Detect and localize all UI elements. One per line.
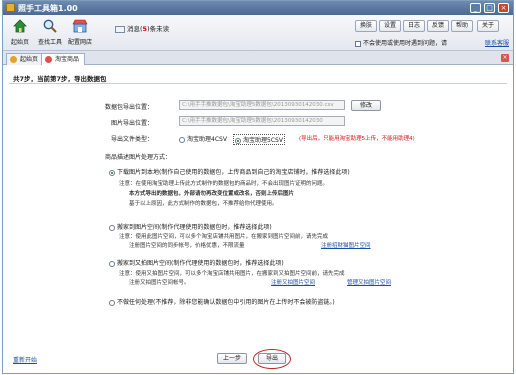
log-button[interactable]: 日志 (403, 20, 425, 32)
image-section-label: 商品描述图片处理方式： (105, 154, 172, 161)
option-download-note-2: 基于以上原因，此方式制作的数据包，不推荐给你代理使用。 (129, 201, 278, 207)
divider (9, 83, 507, 84)
restart-link[interactable]: 重新开始 (13, 355, 37, 364)
option-download-local[interactable]: 下载图片到本地(制作自己使用的数据包，上传商品到自己的淘宝店铺时，推荐选择此项) (109, 167, 350, 176)
close-tab-icon[interactable]: × (501, 54, 509, 62)
package-location-label: 数据包导出位置： (105, 104, 154, 111)
shop-settings-icon (72, 19, 88, 33)
app-window: 照手工具箱1.00 _ □ × 起始页 查找工具 配置网店 消息(5)条未读 换… (2, 0, 514, 374)
home-tool-label: 起始页 (10, 39, 29, 46)
tab-taobao-label: 淘宝商品 (55, 56, 80, 63)
filetype-4csv-label: 淘宝助理4CSV (187, 136, 227, 143)
close-button[interactable]: × (498, 3, 509, 13)
home-tab-icon (10, 56, 17, 63)
option-image-space[interactable]: 搬家到图片空间(制作代理使用的数据包时，推荐选择此项) (109, 222, 272, 231)
package-path-field[interactable]: C:\用手手推数据包\淘宝助理5数据包\20130930142030.csv (179, 100, 345, 110)
about-button[interactable]: 关于 (477, 20, 499, 32)
option-upyun-note-1: 注意：使用又拍图片空间，可以多个淘宝店铺共用图片，在搬家到又拍图片空间前，请先完… (119, 271, 345, 277)
message-suffix: )条未读 (147, 25, 170, 33)
skin-button[interactable]: 换肤 (355, 20, 377, 32)
register-upyun-link[interactable]: 注册又拍图片空间 (271, 278, 315, 286)
help-hint-text: 不会使用或使用时遇到问题，请 (363, 40, 448, 47)
option-upyun-space[interactable]: 搬家到又拍图片空间(制作代理使用的数据包时，推荐选择此项) (109, 258, 284, 267)
option-upyun-note-2: 注册又拍图片空间帐号。 (129, 280, 190, 286)
highlight-circle (253, 349, 291, 369)
filetype-5csv-label: 淘宝助理5CSV (243, 137, 283, 144)
minimize-button[interactable]: _ (470, 3, 481, 13)
radio-download-local[interactable] (109, 169, 115, 176)
option-image-space-title: 搬家到图片空间(制作代理使用的数据包时，推荐选择此项) (117, 224, 272, 231)
radio-no-processing[interactable] (109, 299, 115, 306)
home-icon (13, 19, 27, 33)
option-upyun-title: 搬家到又拍图片空间(制作代理使用的数据包时，推荐选择此项) (117, 260, 284, 267)
hint-checkbox[interactable] (355, 40, 361, 47)
configure-shop-tool[interactable]: 配置网店 (65, 18, 95, 46)
radio-5csv[interactable] (235, 137, 241, 144)
modify-button[interactable]: 修改 (351, 100, 381, 111)
restore-button[interactable]: □ (484, 3, 495, 13)
filetype-option-5csv[interactable]: 淘宝助理5CSV (233, 134, 285, 145)
help-hint: 不会使用或使用时遇到问题，请 (355, 38, 447, 47)
message-prefix: 消息( (127, 25, 143, 33)
configure-shop-label: 配置网店 (67, 39, 92, 46)
step-indicator: 共7步，当前第7步，导出数据包 (13, 75, 107, 83)
filetype-note: (导出后，只能用淘宝助理5上传，不能用助理4) (299, 136, 415, 142)
option-download-note-1: 注意：在使用淘宝助理上传此方式制作的数据包的商品时，不会出现图片证明的问题。 (119, 181, 329, 187)
app-icon (6, 3, 15, 12)
message-notice[interactable]: 消息(5)条未读 (115, 23, 169, 33)
manage-upyun-link[interactable]: 管理又拍图片空间 (347, 278, 391, 286)
magnifier-icon (43, 19, 57, 33)
register-image-space-link[interactable]: 注册招财猫图片空间 (321, 241, 371, 249)
tab-home-label: 起始页 (20, 56, 39, 63)
radio-image-space[interactable] (109, 224, 115, 231)
option-no-processing[interactable]: 不做任何处理(不推荐，除非您能确认数据包中引用的图片在上传时不会被防盗链。) (109, 297, 335, 306)
filetype-label: 导出文件类型： (111, 136, 154, 143)
tab-bar: 起始页 淘宝商品 × (3, 51, 513, 65)
image-path-field[interactable]: C:\用手手推数据包\淘宝助理5数据包\20130930142030 (179, 116, 345, 126)
help-button[interactable]: 帮助 (451, 20, 473, 32)
find-tools-tool[interactable]: 查找工具 (35, 18, 65, 46)
window-title: 照手工具箱1.00 (18, 4, 78, 13)
home-tool[interactable]: 起始页 (5, 18, 35, 46)
tab-taobao-goods[interactable]: 淘宝商品 (41, 53, 86, 65)
radio-upyun-space[interactable] (109, 260, 115, 267)
title-bar: 照手工具箱1.00 _ □ × (3, 1, 513, 15)
option-download-title: 下载图片到本地(制作自己使用的数据包，上传商品到自己的淘宝店铺时，推荐选择此项) (117, 169, 350, 176)
option-image-space-note-2: 注册图片空间的同步帐号，价格优惠，不限流量 (129, 243, 245, 249)
envelope-icon (115, 25, 125, 33)
find-tools-label: 查找工具 (37, 39, 62, 46)
image-location-label: 图片导出位置： (111, 120, 154, 127)
option-no-processing-title: 不做任何处理(不推荐，除非您能确认数据包中引用的图片在上传时不会被防盗链。) (117, 299, 335, 306)
feedback-button[interactable]: 反馈 (427, 20, 449, 32)
contact-support-link[interactable]: 联系客服 (485, 38, 509, 47)
radio-4csv[interactable] (179, 136, 185, 143)
settings-button[interactable]: 设置 (379, 20, 401, 32)
option-image-space-note-1: 注意：使用此图片空间，可以多个淘宝店铺共用图片，在搬家到图片空间前，请先完成 (119, 234, 329, 240)
taobao-tab-icon (45, 56, 52, 63)
previous-step-button[interactable]: 上一步 (217, 353, 247, 364)
toolbar: 起始页 查找工具 配置网店 消息(5)条未读 换肤 设置 日志 反馈 帮助 关于… (3, 15, 513, 51)
filetype-option-4csv[interactable]: 淘宝助理4CSV (179, 134, 227, 143)
option-download-warning: 本方式导出的数据包，外部请勿再改变位置或改名，否则上传后图片 (129, 191, 295, 197)
tab-home[interactable]: 起始页 (6, 53, 45, 65)
